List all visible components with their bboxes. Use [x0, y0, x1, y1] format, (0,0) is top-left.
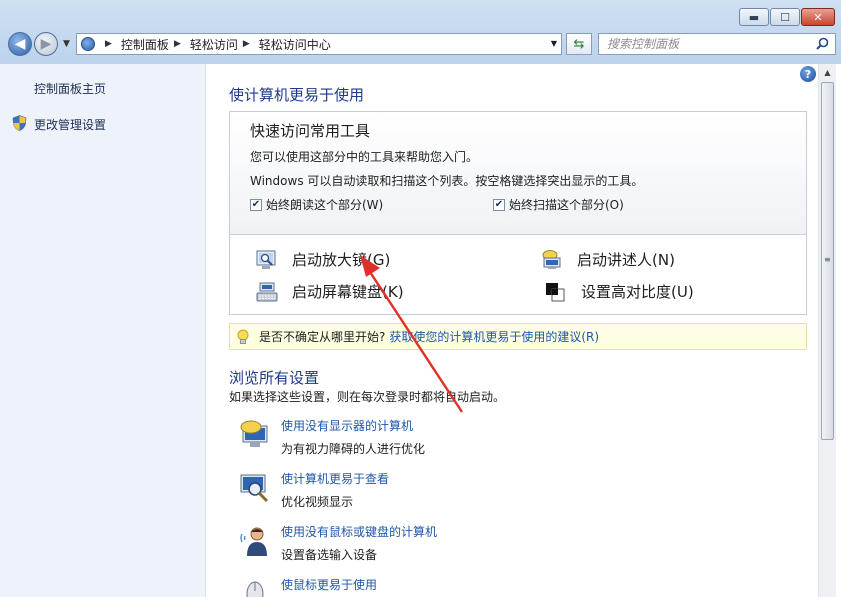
- use-without-mouse-keyboard-desc: 设置备选输入设备: [281, 548, 378, 562]
- narrator-icon: [542, 249, 561, 269]
- breadcrumb-control-panel[interactable]: 控制面板: [121, 36, 169, 53]
- address-bar[interactable]: ▶ 控制面板 ▶ 轻松访问 ▶ 轻松访问中心 ▼: [76, 33, 562, 55]
- arrow-right-icon: ▶: [40, 36, 52, 52]
- scroll-up-icon[interactable]: ▲: [819, 64, 836, 81]
- high-contrast-icon: [546, 282, 565, 301]
- refresh-icon: ⇆: [573, 36, 585, 52]
- use-without-mouse-keyboard-link[interactable]: 使用没有鼠标或键盘的计算机: [281, 523, 437, 540]
- scrollbar-thumb[interactable]: ≡: [821, 82, 834, 440]
- refresh-button[interactable]: ⇆: [566, 33, 592, 55]
- caption-buttons: ▬ ☐ ✕: [738, 8, 835, 26]
- lightbulb-icon: [237, 329, 249, 344]
- tip-text: 是否不确定从哪里开始?: [259, 330, 386, 344]
- minimize-button[interactable]: ▬: [739, 8, 769, 26]
- start-magnifier-label[interactable]: 启动放大镜(G): [292, 249, 390, 270]
- admin-shield-icon: [12, 115, 27, 131]
- quick-access-header: 快速访问常用工具 您可以使用这部分中的工具来帮助您入门。 Windows 可以自…: [230, 112, 806, 235]
- start-magnifier-button[interactable]: 启动放大镜(G): [256, 249, 390, 270]
- sidebar-item-control-panel-home[interactable]: 控制面板主页: [34, 80, 106, 97]
- sidebar-item-change-admin-settings[interactable]: 更改管理设置: [34, 116, 106, 133]
- mouse-icon: [246, 581, 264, 597]
- sidebar: 控制面板主页 更改管理设置: [0, 64, 206, 597]
- keyboard-icon: [256, 282, 278, 301]
- monitor-speech-icon: [240, 420, 268, 447]
- quick-access-desc-1: 您可以使用这部分中的工具来帮助您入门。: [250, 150, 479, 164]
- person-speaking-icon: [240, 527, 267, 556]
- quick-access-panel: 快速访问常用工具 您可以使用这部分中的工具来帮助您入门。 Windows 可以自…: [229, 111, 807, 315]
- vertical-scrollbar[interactable]: ▲ ≡: [818, 64, 836, 597]
- back-button[interactable]: ◀: [8, 32, 32, 56]
- checkbox-checked-icon[interactable]: ✔: [250, 198, 262, 211]
- control-panel-window: ▬ ☐ ✕ ◀ ▶ ▼ ▶ 控制面板 ▶ 轻松访问 ▶ 轻松访问中心 ▼ ⇆ 控…: [0, 0, 841, 597]
- start-narrator-button[interactable]: 启动讲述人(N): [541, 249, 675, 270]
- grip-icon: ≡: [824, 255, 831, 264]
- use-without-display-link[interactable]: 使用没有显示器的计算机: [281, 417, 413, 434]
- breadcrumb-ease-of-access-center[interactable]: 轻松访问中心: [259, 36, 331, 53]
- breadcrumb-ease-of-access[interactable]: 轻松访问: [190, 36, 238, 53]
- browse-settings-heading: 浏览所有设置: [229, 369, 320, 387]
- start-narrator-label[interactable]: 启动讲述人(N): [577, 249, 675, 270]
- close-button[interactable]: ✕: [801, 8, 835, 26]
- set-high-contrast-label[interactable]: 设置高对比度(U): [581, 281, 694, 302]
- make-easier-to-see-desc: 优化视频显示: [281, 495, 354, 509]
- browse-settings-desc: 如果选择这些设置，则在每次登录时都将自动启动。: [229, 390, 506, 404]
- quick-access-title: 快速访问常用工具: [250, 122, 371, 140]
- help-icon[interactable]: ?: [800, 66, 816, 82]
- always-read-checkbox[interactable]: ✔ 始终朗读这个部分(W): [250, 196, 383, 213]
- suggestion-tip: 是否不确定从哪里开始? 获取使您的计算机更易于使用的建议(R): [229, 323, 807, 350]
- chevron-right-icon[interactable]: ▶: [105, 39, 112, 49]
- maximize-button[interactable]: ☐: [770, 8, 800, 26]
- search-box[interactable]: [598, 33, 836, 55]
- get-recommendations-link[interactable]: 获取使您的计算机更易于使用的建议(R): [389, 328, 599, 345]
- page-title: 使计算机更易于使用: [229, 86, 365, 104]
- main-content: ? 使计算机更易于使用 快速访问常用工具 您可以使用这部分中的工具来帮助您入门。…: [206, 64, 818, 597]
- start-onscreen-keyboard-label[interactable]: 启动屏幕键盘(K): [292, 281, 404, 302]
- use-without-display-desc: 为有视力障碍的人进行优化: [281, 442, 426, 456]
- checkbox-checked-icon[interactable]: ✔: [493, 198, 505, 211]
- navigation-bar: ◀ ▶ ▼ ▶ 控制面板 ▶ 轻松访问 ▶ 轻松访问中心 ▼ ⇆: [6, 32, 836, 58]
- control-panel-icon: [81, 37, 95, 51]
- search-icon[interactable]: [816, 37, 829, 53]
- always-scan-label[interactable]: 始终扫描这个部分(O): [509, 196, 624, 213]
- set-high-contrast-button[interactable]: 设置高对比度(U): [545, 281, 694, 302]
- magnifier-icon: [256, 250, 276, 269]
- forward-button[interactable]: ▶: [34, 32, 58, 56]
- arrow-left-icon: ◀: [14, 36, 26, 52]
- always-read-label[interactable]: 始终朗读这个部分(W): [266, 196, 383, 213]
- quick-access-desc-2: Windows 可以自动读取和扫描这个列表。按空格键选择突出显示的工具。: [250, 174, 644, 188]
- chevron-right-icon[interactable]: ▶: [243, 39, 250, 49]
- start-onscreen-keyboard-button[interactable]: 启动屏幕键盘(K): [256, 281, 404, 302]
- make-mouse-easier-link[interactable]: 使鼠标更易于使用: [281, 576, 377, 593]
- always-scan-checkbox[interactable]: ✔ 始终扫描这个部分(O): [493, 196, 624, 213]
- recent-pages-dropdown[interactable]: ▼: [63, 39, 70, 49]
- make-easier-to-see-link[interactable]: 使计算机更易于查看: [281, 470, 389, 487]
- search-input[interactable]: [605, 36, 819, 52]
- chevron-right-icon[interactable]: ▶: [174, 39, 181, 49]
- monitor-magnifier-icon: [240, 474, 269, 503]
- address-dropdown-icon[interactable]: ▼: [551, 39, 557, 48]
